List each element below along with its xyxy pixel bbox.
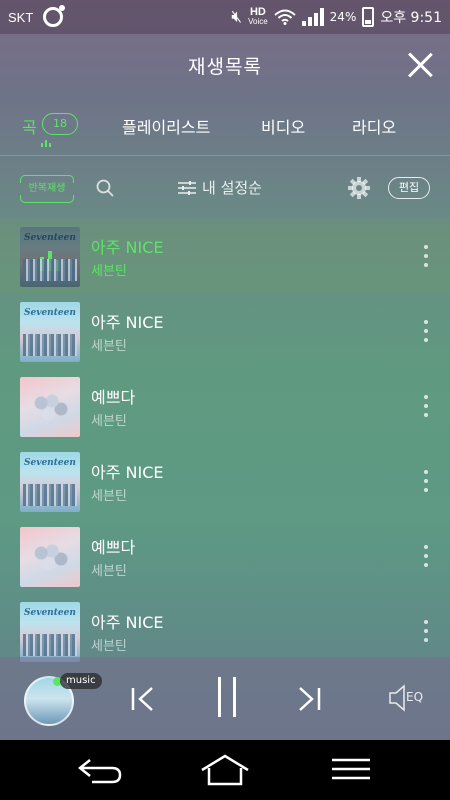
song-list: 아주 NICE 세븐틴 아주 NICE 세븐틴 예쁘다 세븐틴 아주 NICE … [0,219,450,669]
edit-button[interactable]: 편집 [388,177,430,199]
album-cover [20,452,80,512]
list-item[interactable]: 아주 NICE 세븐틴 [0,294,450,369]
sort-selector[interactable]: 내 설정순 [178,177,262,198]
gear-icon[interactable] [348,177,370,199]
eq-button[interactable]: EQ [388,683,428,713]
battery-percent: 24% [329,10,357,24]
mini-player: music EQ [0,657,450,740]
repeat-button[interactable]: 반복재생 [20,175,74,203]
tab-radio[interactable]: 라디오 [352,114,396,138]
song-artist: 세븐틴 [91,339,127,354]
song-artist: 세븐틴 [91,564,127,579]
more-options-icon[interactable] [422,320,430,342]
signal-icon [301,8,324,26]
song-title: 아주 NICE [91,238,164,257]
tab-songs[interactable]: 곡 [22,114,37,138]
sort-sliders-icon [178,180,196,195]
pause-icon[interactable] [218,677,236,717]
page-title: 재생목록 [188,55,262,78]
status-right: 🔇︎ HD Voice 24% 오후 9:51 [231,7,442,27]
status-bar: SKT 🔇︎ HD Voice 24% 오후 9:51 [0,0,450,34]
more-options-icon[interactable] [422,245,430,267]
previous-icon[interactable] [130,686,156,712]
clock: 오후 9:51 [380,10,442,26]
menu-icon[interactable] [332,758,370,780]
tab-divider [0,155,450,156]
album-cover [20,602,80,662]
active-tab-indicator-icon [41,140,51,147]
song-title: 예쁘다 [91,538,136,557]
list-item[interactable]: 예쁘다 세븐틴 [0,369,450,444]
song-title: 아주 NICE [91,313,164,332]
close-icon[interactable] [406,51,434,79]
more-options-icon[interactable] [422,620,430,642]
song-count-badge: 18 [42,113,78,135]
tab-video[interactable]: 비디오 [261,114,305,138]
song-artist: 세븐틴 [91,414,127,429]
song-artist: 세븐틴 [91,489,127,504]
carrier-label: SKT [8,9,34,25]
record-icon [43,5,66,27]
more-options-icon[interactable] [422,395,430,417]
album-cover [20,227,80,287]
album-cover [20,527,80,587]
source-tag: music [60,673,102,689]
eq-label: EQ [406,690,424,704]
list-item[interactable]: 아주 NICE 세븐틴 [0,444,450,519]
back-icon[interactable] [76,756,124,784]
list-toolbar: 반복재생 내 설정순 편집 [0,157,450,219]
list-item[interactable]: 예쁘다 세븐틴 [0,519,450,594]
header: 재생목록 [0,34,450,96]
album-cover [20,302,80,362]
song-title: 예쁘다 [91,388,136,407]
sort-label: 내 설정순 [202,179,262,197]
tab-bar: 곡 18 플레이리스트 비디오 라디오 [0,96,450,156]
list-item[interactable]: 아주 NICE 세븐틴 [0,219,450,294]
more-options-icon[interactable] [422,545,430,567]
hd-sub-label: Voice [248,17,268,26]
tab-playlist[interactable]: 플레이리스트 [122,114,210,138]
hd-voice-icon: HD Voice [248,7,268,27]
battery-icon [362,7,375,27]
search-icon[interactable] [96,179,114,197]
app-screen: SKT 🔇︎ HD Voice 24% 오후 9:51 재생목록 곡 18 플레이… [0,0,450,740]
mute-icon: 🔇︎ [231,7,243,27]
now-playing-icon [20,227,80,287]
next-icon[interactable] [296,686,322,712]
system-nav-bar [0,740,450,800]
home-icon[interactable] [200,754,250,786]
song-artist: 세븐틴 [91,639,127,654]
album-cover [20,377,80,437]
wifi-icon [274,9,296,25]
song-artist: 세븐틴 [91,264,127,279]
song-title: 아주 NICE [91,463,164,482]
song-title: 아주 NICE [91,613,164,632]
more-options-icon[interactable] [422,470,430,492]
